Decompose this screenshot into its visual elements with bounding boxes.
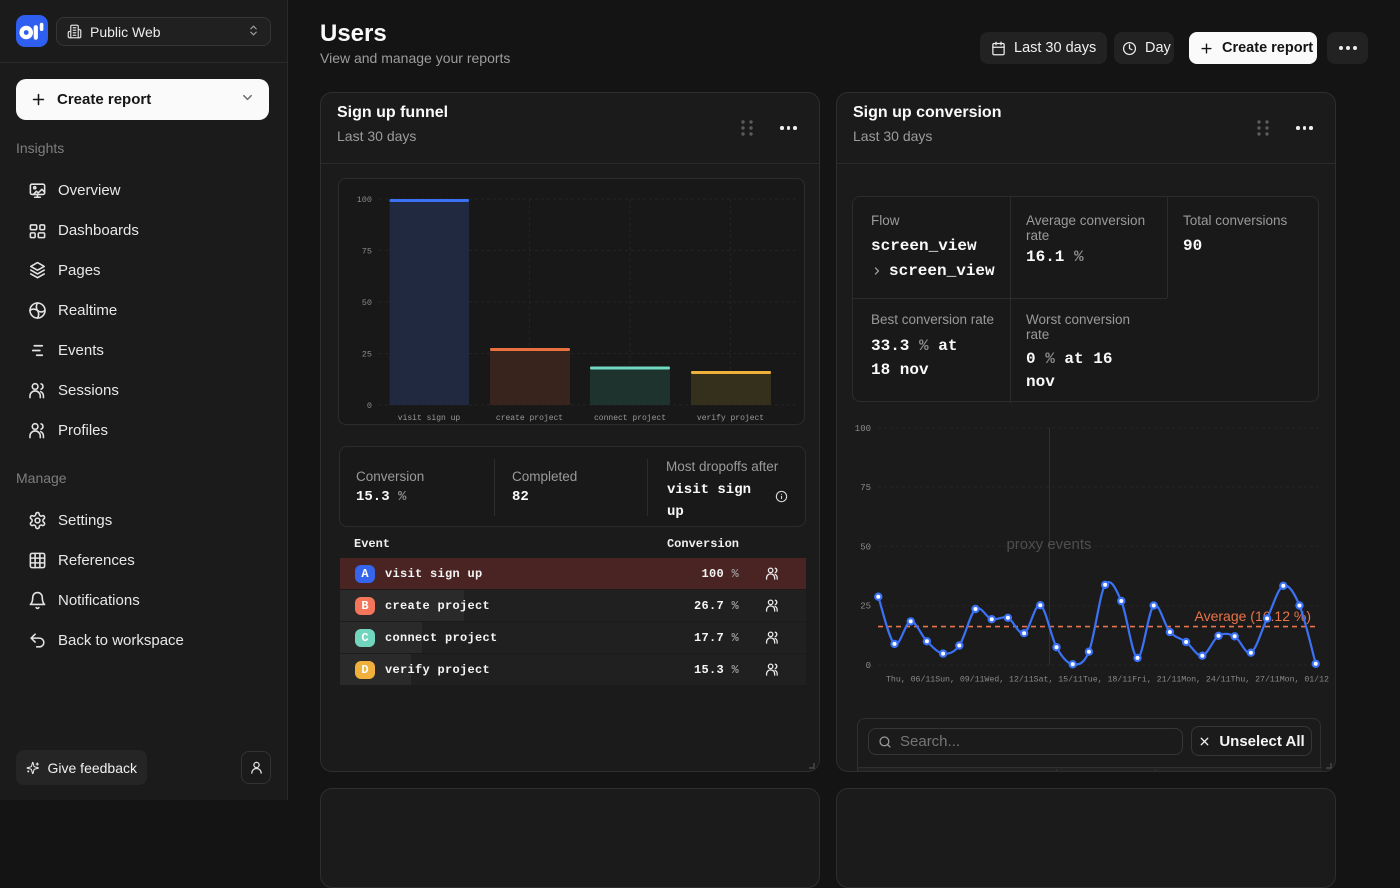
svg-text:verify project: verify project [697,414,764,423]
svg-text:50: 50 [362,298,372,308]
svg-text:25: 25 [860,601,871,611]
svg-text:75: 75 [362,247,372,257]
svg-text:75: 75 [860,483,871,493]
svg-text:connect project: connect project [594,414,666,423]
svg-text:50: 50 [860,542,871,552]
svg-text:25: 25 [362,350,372,360]
svg-text:100: 100 [855,424,871,434]
svg-text:0: 0 [367,401,372,411]
svg-text:0: 0 [866,661,871,671]
svg-text:visit sign up: visit sign up [398,414,461,423]
svg-text:Thu, 06/11Sun, 09/11Wed, 12/11: Thu, 06/11Sun, 09/11Wed, 12/11Sat, 15/11… [886,674,1329,684]
svg-text:Average (16.12 %): Average (16.12 %) [1195,608,1311,624]
svg-text:create project: create project [496,414,563,423]
svg-text:100: 100 [357,195,372,205]
svg-text:proxy events: proxy events [1006,536,1091,553]
